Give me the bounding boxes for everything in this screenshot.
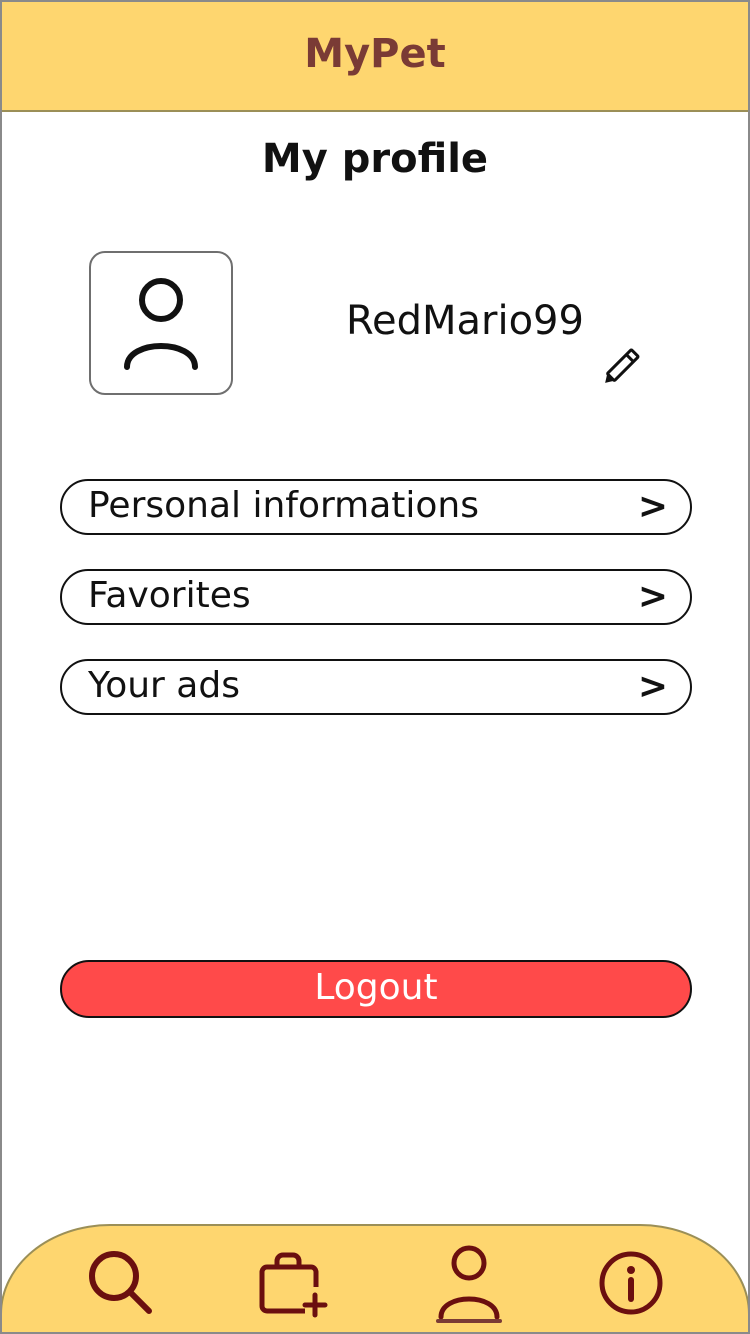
- app-title: MyPet: [304, 31, 446, 77]
- nav-profile-button[interactable]: [424, 1238, 514, 1328]
- menu-item-label: Personal informations: [88, 484, 480, 526]
- app-screen: MyPet My profile RedMario99 Personal inf…: [0, 0, 750, 1334]
- chevron-right-icon: >: [637, 485, 668, 527]
- username: RedMario99: [346, 298, 584, 344]
- page-title: My profile: [261, 136, 489, 182]
- chevron-right-icon: >: [637, 665, 668, 707]
- nav-add-ad-button[interactable]: [248, 1238, 338, 1328]
- nav-search-button[interactable]: [76, 1238, 166, 1328]
- pencil-icon[interactable]: [598, 346, 642, 390]
- logout-button[interactable]: Logout: [60, 960, 692, 1018]
- app-header: MyPet: [2, 2, 748, 112]
- menu-item-personal-informations[interactable]: Personal informations >: [60, 479, 692, 535]
- user-icon: [124, 278, 198, 370]
- menu-item-label: Favorites: [88, 574, 251, 616]
- avatar[interactable]: [89, 251, 233, 395]
- menu-item-your-ads[interactable]: Your ads >: [60, 659, 692, 715]
- bag-add-icon: [259, 1252, 328, 1318]
- active-tab-indicator: [436, 1319, 502, 1323]
- chevron-right-icon: >: [637, 575, 668, 617]
- menu-item-label: Your ads: [88, 664, 240, 706]
- user-icon: [438, 1245, 500, 1320]
- logout-label: Logout: [314, 966, 438, 1008]
- nav-info-button[interactable]: [586, 1238, 676, 1328]
- info-icon: [599, 1251, 663, 1315]
- search-icon: [89, 1251, 152, 1314]
- menu-item-favorites[interactable]: Favorites >: [60, 569, 692, 625]
